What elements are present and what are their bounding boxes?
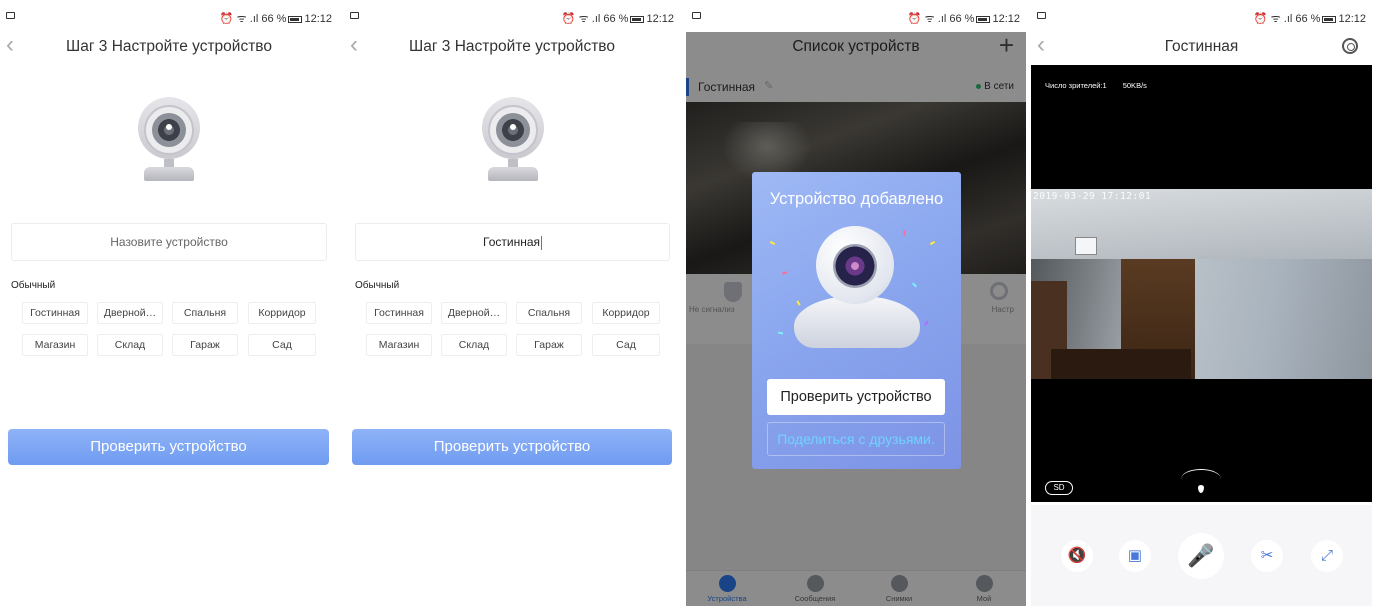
text-caret: [541, 235, 542, 250]
device-name-input[interactable]: Гостинная: [355, 223, 670, 261]
record-icon[interactable]: ▣: [1119, 540, 1151, 572]
chip-room[interactable]: Магазин: [366, 334, 432, 356]
device-name-value: Гостинная: [483, 235, 540, 249]
status-bar: ⏰ ᯤ .ıl 66 % 12:12: [344, 0, 680, 32]
video-frame: 2019-03-29 17:12:01: [1031, 189, 1372, 379]
battery-icon: [630, 15, 645, 23]
bitrate: 50KB/s: [1122, 81, 1147, 90]
camera-illustration: [794, 226, 920, 356]
battery-icon: [1322, 15, 1337, 23]
section-label: Обычный: [11, 280, 56, 291]
screen-setup-empty: ⏰ ᯤ .ıl 66 % 12:12 ‹ Шаг 3 Настройте устр…: [0, 0, 338, 606]
status-icons: ⏰ ᯤ .ıl 66 %: [907, 13, 975, 25]
battery-icon: [288, 15, 303, 23]
chip-room[interactable]: Корридор: [592, 302, 660, 324]
fullscreen-icon[interactable]: ⤢: [1311, 540, 1343, 572]
image-notification-icon: [1037, 12, 1046, 19]
image-notification-icon: [692, 12, 701, 19]
mute-icon[interactable]: 🔇: [1061, 540, 1093, 572]
header: ‹ Шаг 3 Настройте устройство: [344, 32, 680, 62]
chip-room[interactable]: Гостинная: [366, 302, 432, 324]
section-label: Обычный: [355, 280, 400, 291]
header: ‹ Гостинная: [1031, 32, 1372, 62]
chip-room[interactable]: Спальня: [516, 302, 582, 324]
status-icons: ⏰ ᯤ .ıl 66 %: [219, 13, 287, 25]
image-notification-icon: [6, 12, 15, 19]
video-player[interactable]: Число зрителей:1 50KB/s 2019-03-29 17:12:…: [1031, 65, 1372, 502]
webcam-illustration: [138, 97, 200, 183]
status-time: 12:12: [646, 13, 674, 25]
webcam-illustration: [482, 97, 544, 183]
screen-live-view: ⏰ ᯤ .ıl 66 % 12:12 ‹ Гостинная Число зрит…: [1031, 0, 1372, 606]
battery-icon: [976, 15, 991, 23]
check-device-button[interactable]: Проверить устройство: [352, 429, 672, 465]
page-title: Шаг 3 Настройте устройство: [66, 38, 272, 55]
video-timestamp: 2019-03-29 17:12:01: [1033, 191, 1152, 202]
chip-room[interactable]: Дверной…: [441, 302, 507, 324]
status-bar: ⏰ ᯤ .ıl 66 % 12:12: [0, 0, 338, 32]
status-time: 12:12: [992, 13, 1020, 25]
device-name-input[interactable]: Назовите устройство: [11, 223, 327, 261]
image-notification-icon: [350, 12, 359, 19]
chip-room[interactable]: Магазин: [22, 334, 88, 356]
control-bar: 🔇 ▣ 🎤 ✂ ⤢: [1031, 505, 1372, 606]
chip-room[interactable]: Склад: [97, 334, 163, 356]
status-bar: ⏰ ᯤ .ıl 66 % 12:12: [1031, 0, 1372, 32]
scissors-icon[interactable]: ✂: [1251, 540, 1283, 572]
chip-room[interactable]: Сад: [248, 334, 316, 356]
gear-icon[interactable]: [1342, 38, 1358, 54]
chip-room[interactable]: Спальня: [172, 302, 238, 324]
viewer-count: Число зрителей:1: [1045, 81, 1107, 90]
share-button[interactable]: Поделиться с друзьями.: [767, 422, 945, 456]
dialog-title: Устройство добавлено: [769, 190, 944, 208]
status-icons: ⏰ ᯤ .ıl 66 %: [561, 13, 629, 25]
chip-room[interactable]: Склад: [441, 334, 507, 356]
chip-room[interactable]: Сад: [592, 334, 660, 356]
screen-setup-filled: ⏰ ᯤ .ıl 66 % 12:12 ‹ Шаг 3 Настройте устр…: [344, 0, 680, 606]
chip-room[interactable]: Гараж: [516, 334, 582, 356]
microphone-icon[interactable]: 🎤: [1178, 533, 1224, 579]
quality-toggle[interactable]: SD: [1045, 481, 1073, 495]
chip-room[interactable]: Гараж: [172, 334, 238, 356]
ptz-indicator[interactable]: [1181, 469, 1221, 497]
header: ‹ Шаг 3 Настройте устройство: [0, 32, 338, 62]
status-time: 12:12: [1338, 13, 1366, 25]
chip-room[interactable]: Корридор: [248, 302, 316, 324]
check-device-button[interactable]: Проверить устройство: [8, 429, 329, 465]
screen-device-list: ⏰ ᯤ .ıl 66 % 12:12 Список устройств + Гос…: [686, 0, 1026, 606]
status-time: 12:12: [304, 13, 332, 25]
chip-room[interactable]: Дверной…: [97, 302, 163, 324]
status-icons: ⏰ ᯤ .ıl 66 %: [1253, 13, 1321, 25]
page-title: Шаг 3 Настройте устройство: [409, 38, 615, 55]
status-bar: ⏰ ᯤ .ıl 66 % 12:12: [686, 0, 1026, 32]
device-added-dialog: Устройство добавлено Проверить устройств…: [752, 172, 961, 469]
check-device-button[interactable]: Проверить устройство: [767, 379, 945, 415]
chip-room[interactable]: Гостинная: [22, 302, 88, 324]
page-title: Гостинная: [1164, 38, 1239, 55]
